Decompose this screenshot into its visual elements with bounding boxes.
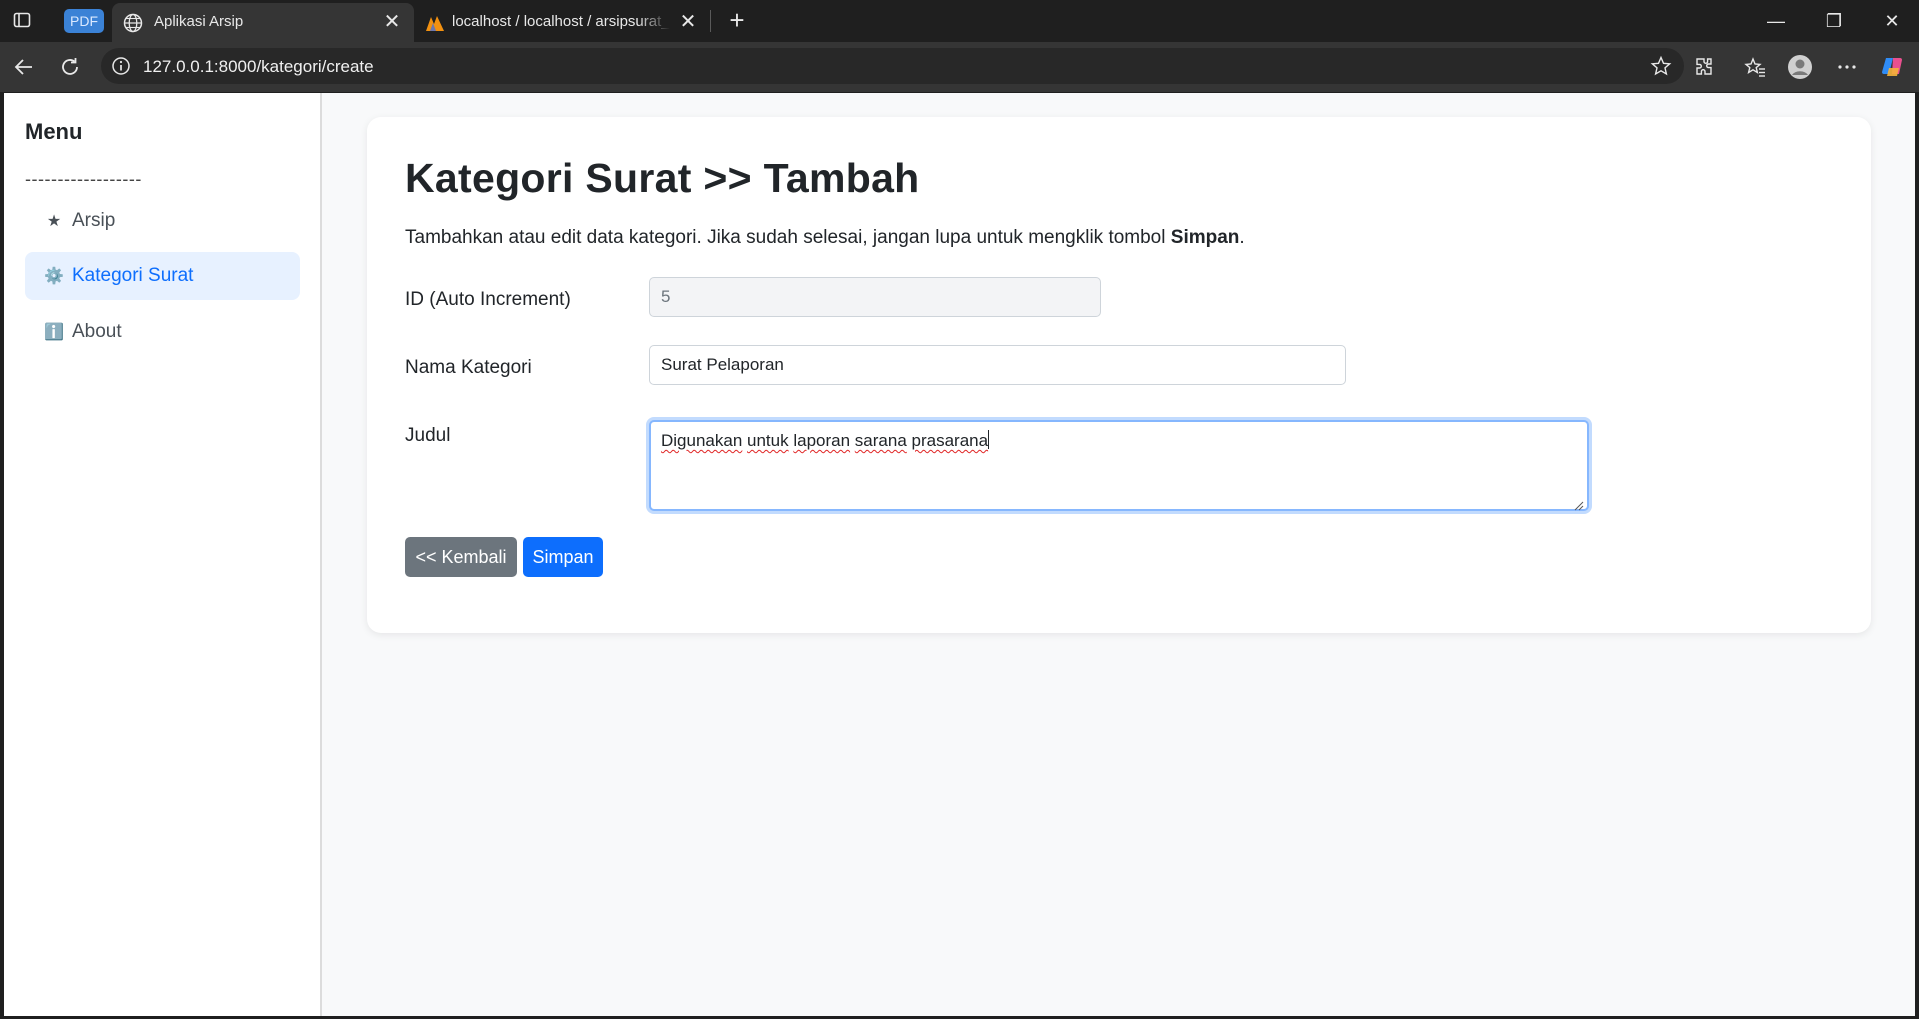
judul-label: Judul	[405, 425, 451, 446]
judul-textarea[interactable]: Digunakan untuk laporan sarana prasarana	[649, 420, 1589, 511]
restore-button[interactable]: ❐	[1811, 6, 1857, 36]
tab-title: localhost / localhost / arsipsurat_l	[452, 13, 670, 30]
sidebar-item-label: Kategori Surat	[72, 265, 194, 286]
page-title: Kategori Surat >> Tambah	[405, 155, 920, 201]
phpmyadmin-icon	[424, 12, 446, 34]
id-label: ID (Auto Increment)	[405, 289, 571, 310]
resize-grip-icon[interactable]	[1574, 496, 1584, 511]
textarea-word: untuk	[747, 431, 789, 450]
textarea-word: laporan	[793, 431, 851, 450]
browser-tab-bar: PDF Aplikasi Arsip ✕ localhost / localho…	[0, 0, 1919, 42]
sidebar-item-arsip[interactable]: ★ Arsip	[25, 197, 300, 245]
page-viewport: Menu ------------------ ★ Arsip ⚙️ Kateg…	[4, 93, 1915, 1016]
description-bold: Simpan	[1170, 227, 1240, 248]
browser-toolbar: 127.0.0.1:8000/kategori/create	[0, 42, 1919, 92]
tab-actions-icon[interactable]	[12, 10, 36, 32]
more-options-icon[interactable]	[1834, 54, 1860, 80]
description-text: Tambahkan atau edit data kategori. Jika …	[405, 227, 1171, 248]
globe-icon	[122, 12, 144, 34]
address-bar[interactable]: 127.0.0.1:8000/kategori/create	[101, 48, 1684, 84]
back-button[interactable]: << Kembali	[405, 537, 517, 577]
tab-title: Aplikasi Arsip	[154, 13, 244, 30]
tab-close-icon[interactable]: ✕	[382, 12, 402, 32]
extensions-icon[interactable]	[1691, 54, 1717, 80]
new-tab-button[interactable]: +	[722, 6, 752, 36]
page-description: Tambahkan atau edit data kategori. Jika …	[405, 227, 1245, 249]
id-field[interactable]: 5	[649, 277, 1101, 317]
tab-aplikasi-arsip[interactable]: Aplikasi Arsip ✕	[112, 3, 414, 42]
profile-avatar-icon[interactable]	[1787, 54, 1813, 80]
favorites-icon[interactable]	[1742, 54, 1768, 80]
menu-title: Menu	[25, 119, 83, 144]
star-icon: ★	[46, 213, 62, 230]
gear-icon: ⚙️	[44, 268, 64, 285]
main-content: Kategori Surat >> Tambah Tambahkan atau …	[322, 93, 1915, 1016]
sidebar-item-label: About	[72, 321, 122, 342]
copilot-icon[interactable]	[1880, 54, 1906, 80]
text-caret	[988, 430, 990, 449]
sidebar-item-label: Arsip	[72, 210, 116, 231]
info-icon: ℹ️	[44, 324, 64, 341]
textarea-word: sarana	[854, 431, 907, 450]
url-text: 127.0.0.1:8000/kategori/create	[143, 57, 374, 76]
pdf-tab-badge[interactable]: PDF	[64, 9, 104, 33]
favorite-star-icon[interactable]	[1650, 55, 1672, 77]
sidebar: Menu ------------------ ★ Arsip ⚙️ Kateg…	[4, 93, 322, 1016]
nama-kategori-input[interactable]: Surat Pelaporan	[649, 345, 1346, 385]
textarea-word: prasarana	[911, 431, 989, 450]
info-icon[interactable]	[111, 56, 131, 76]
description-suffix: .	[1239, 227, 1245, 248]
sidebar-item-about[interactable]: ℹ️ About	[25, 308, 300, 356]
textarea-word: Digunakan	[661, 431, 743, 450]
close-window-button[interactable]: ✕	[1869, 6, 1915, 36]
tab-separator	[710, 10, 711, 32]
save-button[interactable]: Simpan	[523, 537, 603, 577]
minimize-button[interactable]: —	[1753, 6, 1799, 36]
form-card: Kategori Surat >> Tambah Tambahkan atau …	[367, 117, 1871, 633]
back-arrow-icon[interactable]	[9, 52, 39, 82]
sidebar-item-kategori-surat[interactable]: ⚙️ Kategori Surat	[25, 252, 300, 300]
tab-close-icon[interactable]: ✕	[678, 12, 698, 32]
menu-divider: ------------------	[25, 169, 142, 189]
nama-kategori-label: Nama Kategori	[405, 357, 532, 378]
reload-icon[interactable]	[55, 52, 85, 82]
tab-phpmyadmin[interactable]: localhost / localhost / arsipsurat_l ✕	[414, 3, 710, 42]
